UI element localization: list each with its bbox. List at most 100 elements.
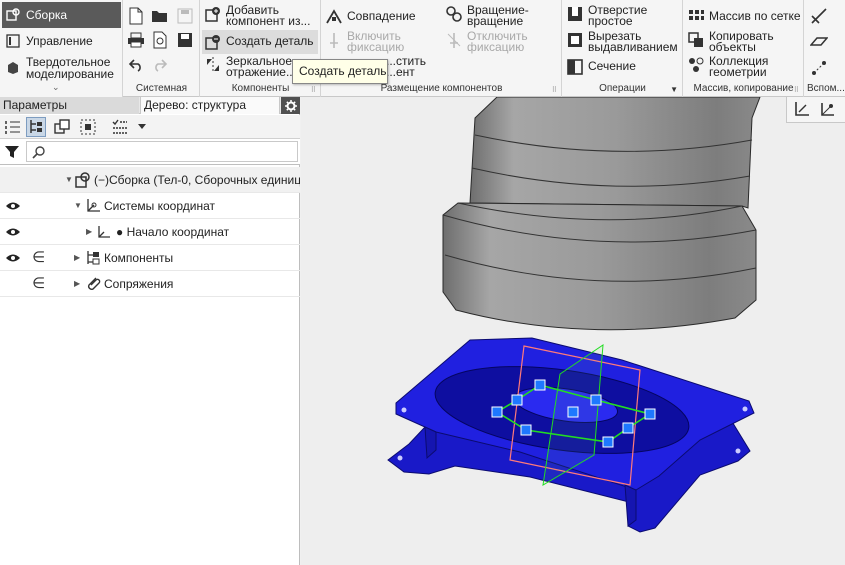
print-icon[interactable] [126,30,146,50]
eye-icon[interactable] [4,198,22,214]
collapse-arrow-icon[interactable]: ▼ [65,175,73,184]
create-part-label: Создать деталь [226,34,314,48]
tree-structure-icon[interactable] [26,117,46,137]
copy-objects-icon [687,31,705,49]
extrude-cut-button[interactable]: Вырезать выдавливанием [566,30,678,53]
tree-node-label: Системы координат [104,199,215,213]
create-part-button[interactable]: Создать деталь [202,30,318,54]
mates-icon [84,275,102,293]
assembly-mode-icon [6,8,20,22]
sketch-icon[interactable] [792,99,812,119]
create-part-icon [204,33,222,51]
viewport-canvas [387,97,761,533]
tree-node-label: Компоненты [104,251,174,265]
app-window: Сборка Управление Твердотельное моделиро… [0,0,845,565]
geometry-collection-button[interactable]: Коллекция геометрии [687,55,768,79]
expand-arrow-icon[interactable]: ▶ [74,253,80,262]
redo-icon[interactable] [150,55,170,75]
components-icon [84,249,102,267]
eye-icon[interactable] [4,224,22,240]
undo-icon[interactable] [126,55,146,75]
tree-toolbar [0,115,300,139]
mode-solid-modeling[interactable]: Твердотельное моделирование [2,54,121,82]
tree-row[interactable]: ∈ ▶ Компоненты [0,245,300,271]
section-label: Сечение [588,59,636,73]
add-component-button[interactable]: Добавить компонент из... [204,4,310,27]
group-components-label: Компоненты [231,83,290,94]
group-aux: Вспом... [805,0,845,97]
tab-parameters[interactable]: Параметры [0,97,139,114]
tab-tree-structure[interactable]: Дерево: структура [140,97,280,114]
coincidence-label: Совпадение [347,9,416,23]
tree-row[interactable]: ∈ ▶ Сопряжения [0,271,300,297]
rotation-button[interactable]: Вращение-вращение [445,4,529,28]
rotation-label-2: вращение [467,14,524,28]
mirror-button[interactable]: Зеркальное отражение... [204,55,296,79]
tree-row[interactable]: ▼ Системы координат [0,193,300,219]
eye-icon[interactable] [4,250,22,266]
solid-modeling-icon [6,61,20,75]
geometry-collection-icon [687,56,705,74]
place-component-button[interactable]: ...стить ...ент [386,55,426,79]
group-launcher-icon[interactable]: ⠿ [794,86,799,94]
grid-pattern-button[interactable]: Массив по сетке [687,8,801,26]
include-in-calc-icon[interactable]: ∈ [32,248,45,266]
group-operations-label: Операции [599,83,646,94]
view-orientation-icon[interactable] [818,99,838,119]
enable-fix-button: Включить фиксацию [325,30,404,53]
tree-node-label: ● Начало координат [116,225,230,239]
management-icon [6,34,20,48]
mirror-label-2: отражение... [226,65,296,79]
new-document-icon[interactable] [126,6,146,26]
group-system-label: Системная [135,83,188,94]
model-tree-panel: Параметры Дерево: структура ▼ (−)Сборка … [0,97,300,565]
filter-icon[interactable] [0,139,24,164]
collection-label-2: геометрии [709,65,767,79]
group-patterns: Массив по сетке Копировать объекты Коллек… [684,0,804,97]
section-button[interactable]: Сечение [566,58,636,76]
disable-fix-label-2: фиксацию [467,40,525,54]
mode-management[interactable]: Управление [2,32,121,50]
gray-cylinder-part[interactable] [442,97,761,331]
expand-arrow-icon[interactable]: ▶ [86,227,92,236]
extrude-cut-icon [566,31,584,49]
disable-fix-button: Отключить фиксацию [445,30,528,54]
search-input[interactable] [26,141,298,162]
checklist-icon[interactable] [110,117,130,137]
gear-icon[interactable] [281,97,300,114]
save-all-icon[interactable] [175,30,195,50]
components-view-icon[interactable] [52,117,72,137]
chevron-down-icon[interactable]: ⌄ [52,82,60,93]
aux-plane-icon[interactable] [809,32,829,52]
include-in-calc-icon[interactable]: ∈ [32,274,45,292]
dropdown-arrow-icon[interactable] [132,117,152,137]
simple-hole-button[interactable]: Отверстие простое [566,4,647,28]
coincidence-button[interactable]: Совпадение [325,8,416,26]
aux-point-icon[interactable] [809,58,829,78]
search-icon [32,145,46,162]
tree-row[interactable]: ▼ (−)Сборка (Тел-0, Сборочных единиц [0,167,300,193]
preview-icon[interactable] [150,30,170,50]
pin-icon [325,31,343,49]
copy-objects-button[interactable]: Копировать объекты [687,30,774,53]
add-component-icon [204,5,222,23]
place-component-label-2: ...ент [386,65,415,79]
search-row [0,139,300,165]
3d-viewport[interactable] [301,97,845,565]
tree-row[interactable]: ▶ ● Начало координат [0,219,300,245]
numbered-list-icon[interactable] [3,117,23,137]
expand-arrow-icon[interactable]: ▶ [74,279,80,288]
aux-axis-icon[interactable] [809,6,829,26]
save-icon-disabled [175,6,195,26]
open-folder-icon[interactable] [150,6,170,26]
selection-filter-icon[interactable] [78,117,98,137]
hole-label-2: простое [588,14,633,28]
collapse-arrow-icon[interactable]: ▼ [74,201,82,210]
view-toolbar [786,97,845,123]
mode-assembly-label: Сборка [26,8,68,22]
caret-down-icon[interactable]: ▼ [670,85,678,94]
group-launcher-icon[interactable]: ⠿ [311,86,316,94]
mode-assembly[interactable]: Сборка [2,2,121,28]
mirror-icon [204,56,222,74]
group-launcher-icon[interactable]: ⠿ [552,86,557,94]
